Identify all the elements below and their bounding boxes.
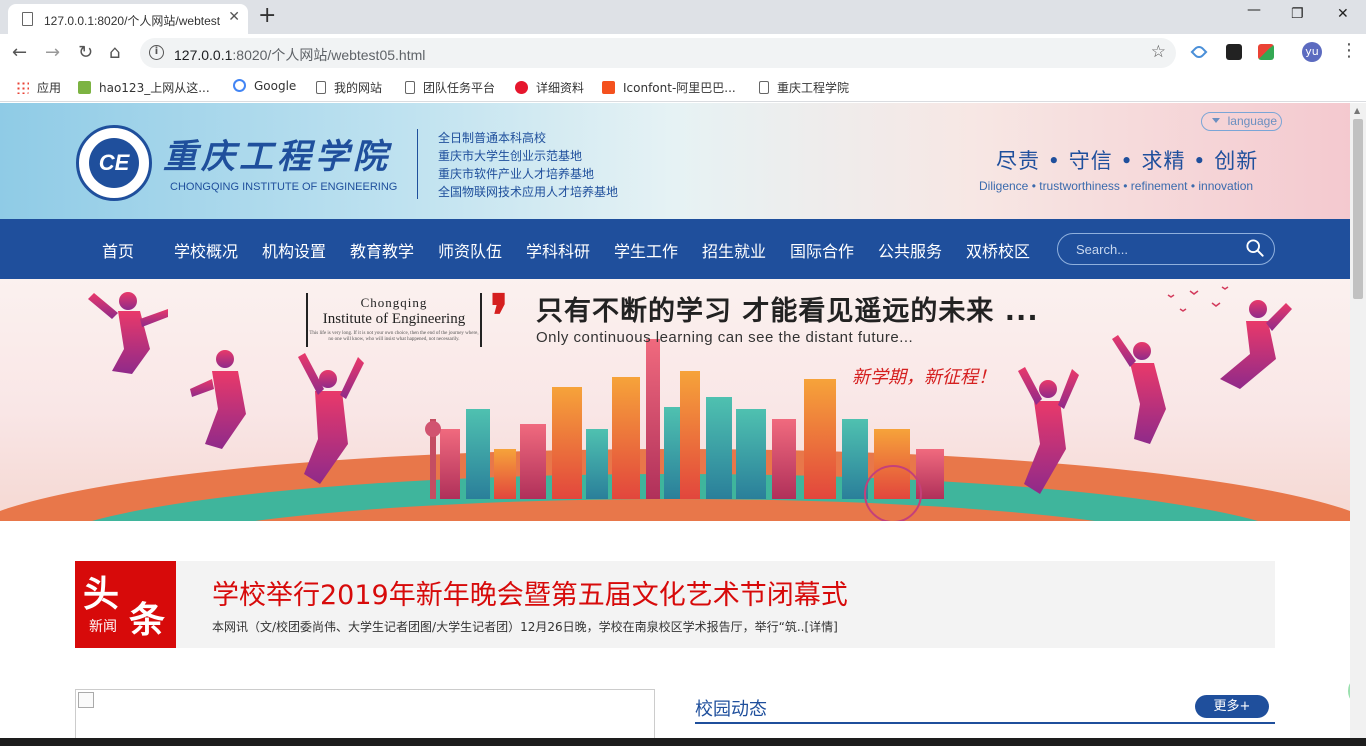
- header-divider: [417, 129, 418, 199]
- nav-public-services[interactable]: 公共服务: [878, 238, 942, 262]
- minimize-icon[interactable]: —: [1247, 2, 1261, 18]
- site-header: CE 重庆工程学院 CHONGQING INSTITUTE OF ENGINEE…: [0, 103, 1350, 219]
- dropdown-arrow-icon: [1212, 118, 1220, 123]
- banner-slogan-cn: 只有不断的学习 才能看见遥远的未来 ...: [536, 296, 1039, 327]
- page-icon: [316, 81, 326, 94]
- page-viewport: CE 重庆工程学院 CHONGQING INSTITUTE OF ENGINEE…: [0, 103, 1350, 746]
- nav-student-affairs[interactable]: 学生工作: [614, 238, 678, 262]
- search-box: [1057, 233, 1275, 265]
- tagline: 重庆市大学生创业示范基地: [438, 149, 583, 163]
- scroll-up-icon[interactable]: ▲: [1354, 106, 1360, 115]
- tagline: 全国物联网技术应用人才培养基地: [438, 185, 619, 199]
- school-name-cn: 重庆工程学院: [163, 137, 391, 177]
- os-taskbar: [0, 738, 1366, 746]
- bookmark-star-icon[interactable]: ☆: [1151, 42, 1166, 62]
- restore-icon[interactable]: ❐: [1291, 6, 1304, 22]
- extension-leaf-icon[interactable]: [1190, 43, 1208, 61]
- nav-international[interactable]: 国际合作: [790, 238, 854, 262]
- profile-avatar[interactable]: yu: [1302, 42, 1322, 62]
- school-name-en: CHONGQING INSTITUTE OF ENGINEERING: [170, 181, 398, 193]
- tab-strip: 127.0.0.1:8020/个人网站/webtest05.html ✕ + —…: [0, 0, 1366, 34]
- browser-tab[interactable]: 127.0.0.1:8020/个人网站/webtest05.html ✕: [8, 4, 248, 34]
- school-motto-en: Diligence • trustworthiness • refinement…: [979, 179, 1254, 193]
- badge-char: 头: [83, 573, 120, 615]
- nav-shuangqiao-campus[interactable]: 双桥校区: [966, 238, 1030, 262]
- badge-char: 条: [129, 599, 166, 641]
- bookmark-my-site[interactable]: 我的网站: [316, 79, 382, 96]
- nav-faculty[interactable]: 师资队伍: [438, 238, 502, 262]
- bookmark-cqie[interactable]: 重庆工程学院: [759, 79, 849, 96]
- home-icon[interactable]: ⌂: [109, 42, 120, 63]
- page-icon: [22, 12, 33, 26]
- more-button[interactable]: 更多+: [1195, 695, 1269, 718]
- school-logo[interactable]: CE: [76, 125, 152, 201]
- school-motto-cn: 尽责 • 守信 • 求精 • 创新: [996, 149, 1259, 173]
- nav-admissions[interactable]: 招生就业: [702, 238, 766, 262]
- banner-box-small: This life is very long. If it is not you…: [309, 331, 479, 342]
- search-icon[interactable]: [1246, 239, 1264, 257]
- section-underline: [695, 722, 1275, 724]
- url-field[interactable]: i 127.0.0.1:8020/个人网站/webtest05.html ☆: [140, 38, 1176, 68]
- tagline: 重庆市软件产业人才培养基地: [438, 167, 595, 181]
- reload-icon[interactable]: ↻: [78, 42, 93, 63]
- weibo-icon: [515, 81, 528, 94]
- bookmark-hao123[interactable]: hao123_上网从这...: [78, 79, 210, 96]
- window-close-icon[interactable]: ✕: [1337, 6, 1349, 22]
- site-info-icon[interactable]: i: [149, 45, 164, 60]
- campus-news-title: 校园动态: [695, 699, 767, 720]
- bookmark-details[interactable]: 详细资料: [515, 79, 584, 96]
- tab-title: 127.0.0.1:8020/个人网站/webtest05.html: [44, 14, 220, 28]
- bookmarks-bar: 应用 hao123_上网从这... Google 我的网站 团队任务平台 详细资…: [0, 72, 1366, 102]
- school-emblem-icon: CE: [89, 138, 139, 188]
- extension-dark-icon[interactable]: [1226, 44, 1242, 60]
- bookmark-iconfont[interactable]: Iconfont-阿里巴巴...: [602, 79, 736, 96]
- iconfont-icon: [602, 81, 615, 94]
- quote-mark-icon: ❜: [490, 282, 509, 350]
- extension-color-icon[interactable]: [1258, 44, 1274, 60]
- forward-icon[interactable]: →: [45, 42, 60, 63]
- headline-summary[interactable]: 本网讯（文/校团委尚伟、大学生记者团图/大学生记者团）12月26日晚，学校在南泉…: [212, 618, 838, 635]
- language-button[interactable]: language: [1201, 112, 1282, 131]
- nav-research[interactable]: 学科科研: [526, 238, 590, 262]
- address-bar: ← → ↻ ⌂ i 127.0.0.1:8020/个人网站/webtest05.…: [0, 34, 1366, 72]
- headline-news: 头 条 新闻 学校举行2019年新年晚会暨第五届文化艺术节闭幕式 本网讯（文/校…: [75, 561, 1275, 648]
- broken-image-icon: [78, 692, 94, 708]
- search-input[interactable]: [1076, 240, 1236, 258]
- close-tab-icon[interactable]: ✕: [228, 9, 240, 25]
- apps-grid-icon: [16, 81, 29, 94]
- headline-title[interactable]: 学校举行2019年新年晚会暨第五届文化艺术节闭幕式: [212, 573, 848, 612]
- new-tab-icon[interactable]: +: [258, 3, 276, 28]
- nav-education[interactable]: 教育教学: [350, 238, 414, 262]
- url-text: 127.0.0.1:8020/个人网站/webtest05.html: [174, 47, 426, 63]
- hero-banner[interactable]: Chongqing Institute of Engineering This …: [0, 279, 1350, 521]
- hao123-icon: [78, 81, 91, 94]
- bookmark-team-platform[interactable]: 团队任务平台: [405, 79, 495, 96]
- school-taglines: 全日制普通本科高校 重庆市大学生创业示范基地 重庆市软件产业人才培养基地 全国物…: [438, 129, 618, 201]
- banner-logo-box: Chongqing Institute of Engineering This …: [306, 293, 482, 347]
- badge-label: 新闻: [89, 619, 117, 635]
- tagline: 全日制普通本科高校: [438, 131, 547, 145]
- banner-slogan-en: Only continuous learning can see the dis…: [536, 329, 914, 346]
- nav-home[interactable]: 首页: [102, 238, 134, 262]
- scrollbar-thumb[interactable]: [1353, 119, 1363, 299]
- page-icon: [759, 81, 769, 94]
- page-icon: [405, 81, 415, 94]
- main-nav: 首页 学校概况 机构设置 教育教学 师资队伍 学科科研 学生工作 招生就业 国际…: [0, 219, 1350, 279]
- nav-organization[interactable]: 机构设置: [262, 238, 326, 262]
- nav-about[interactable]: 学校概况: [174, 238, 238, 262]
- banner-box-line2: Institute of Engineering: [322, 311, 466, 327]
- headline-badge: 头 条 新闻: [75, 561, 176, 648]
- banner-box-line1: Chongqing: [360, 295, 428, 310]
- page-scrollbar[interactable]: ▲: [1350, 103, 1366, 746]
- bookmark-google[interactable]: Google: [233, 79, 296, 93]
- google-icon: [233, 79, 246, 92]
- back-icon[interactable]: ←: [12, 42, 27, 63]
- bookmark-apps[interactable]: 应用: [16, 79, 61, 96]
- banner-slogan-red: 新学期，新征程！: [852, 367, 996, 388]
- menu-kebab-icon[interactable]: ⋮: [1340, 40, 1358, 61]
